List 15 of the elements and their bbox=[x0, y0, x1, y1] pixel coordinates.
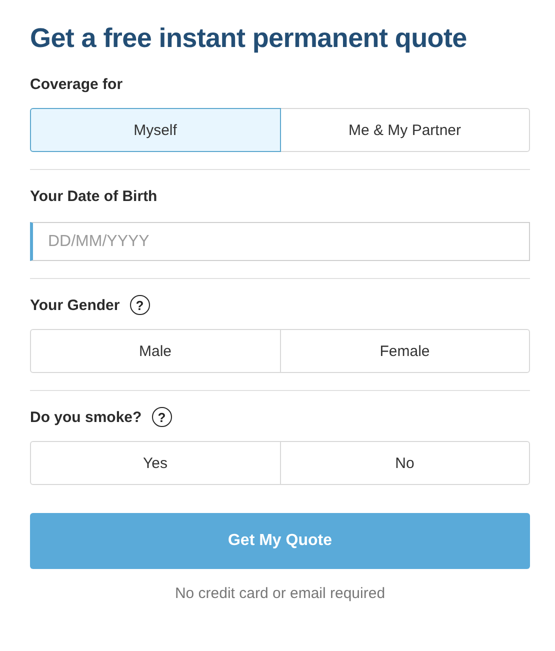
help-icon[interactable]: ? bbox=[152, 407, 172, 427]
option-button[interactable]: Female bbox=[280, 329, 530, 373]
field-label: Do you smoke? bbox=[30, 408, 142, 426]
option-button[interactable]: Me & My Partner bbox=[280, 108, 530, 152]
field-label: Coverage for bbox=[30, 76, 123, 92]
help-icon[interactable]: ? bbox=[130, 295, 150, 315]
option-button[interactable]: Myself bbox=[30, 108, 280, 152]
date-field[interactable]: DD/MM/YYYY bbox=[30, 222, 530, 261]
option-button[interactable]: Yes bbox=[30, 441, 280, 485]
field-label: Your Date of Birth bbox=[30, 188, 158, 204]
note-text: No credit card or email required bbox=[174, 585, 386, 602]
option-button[interactable]: No bbox=[280, 441, 530, 485]
field-label: Your Gender bbox=[30, 296, 120, 314]
option-button[interactable]: Male bbox=[30, 329, 280, 373]
page-title: Get a free instant permanent quote bbox=[30, 22, 468, 55]
